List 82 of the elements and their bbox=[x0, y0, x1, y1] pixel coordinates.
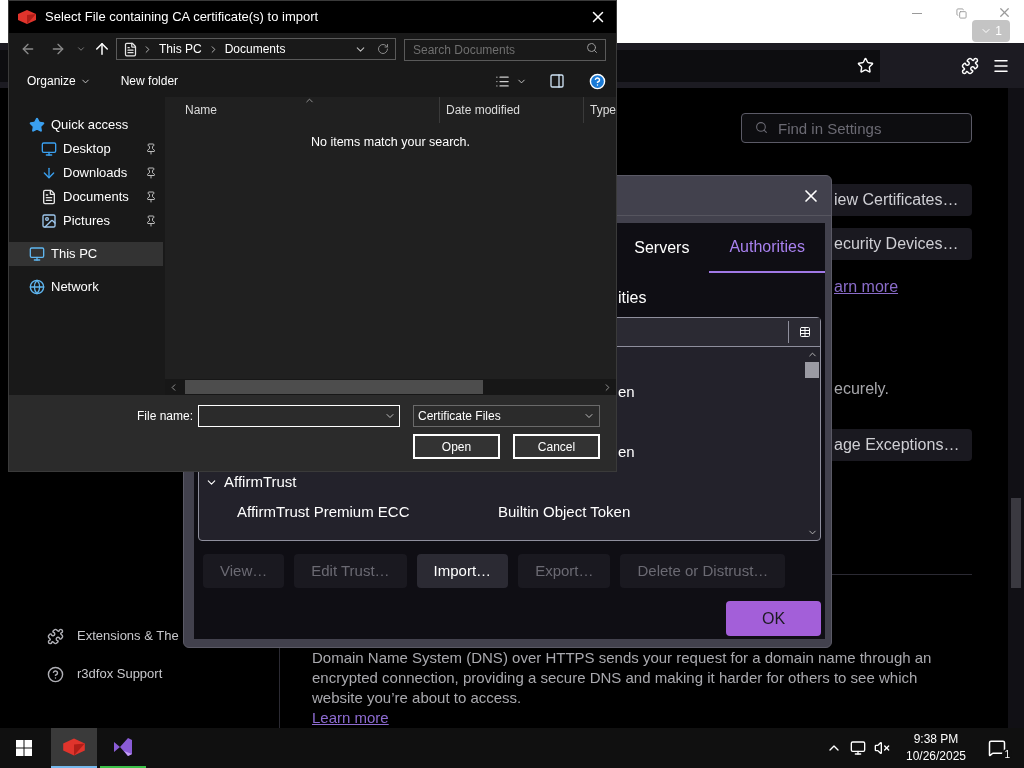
column-picker-icon bbox=[798, 326, 811, 338]
search-icon bbox=[586, 42, 598, 54]
dialog-button[interactable]: Open bbox=[413, 434, 500, 459]
taskbar-app[interactable] bbox=[51, 728, 97, 768]
list-view-icon bbox=[495, 73, 510, 89]
table-cell-text: en bbox=[618, 381, 635, 402]
search-field[interactable]: Search Documents bbox=[404, 39, 606, 61]
minimize-icon bbox=[911, 12, 922, 14]
star-icon bbox=[29, 117, 45, 133]
windows-logo-icon bbox=[16, 740, 32, 756]
toolbar-button[interactable]: Organize bbox=[19, 68, 99, 94]
scrollbar-thumb[interactable] bbox=[1011, 498, 1021, 588]
nav-item[interactable]: Quick access bbox=[9, 113, 163, 137]
file-name-label: File name: bbox=[135, 408, 193, 425]
ok-button[interactable]: OK bbox=[726, 601, 821, 636]
horizontal-scrollbar[interactable] bbox=[165, 379, 616, 395]
column-header[interactable]: Date modified bbox=[439, 97, 583, 123]
document-icon bbox=[41, 189, 57, 205]
search-icon bbox=[755, 121, 768, 134]
extensions-icon[interactable] bbox=[961, 56, 979, 75]
setting-description: ecurely. bbox=[834, 380, 889, 397]
monitor-icon bbox=[41, 141, 57, 157]
network-icon bbox=[29, 279, 45, 295]
toolbar-button[interactable]: New folder bbox=[112, 68, 187, 94]
caret-icon bbox=[76, 44, 86, 54]
certificate-action-button[interactable]: Import… bbox=[416, 554, 509, 588]
back-icon bbox=[20, 41, 36, 57]
notifications-icon[interactable] bbox=[988, 739, 1006, 757]
network-icon[interactable] bbox=[850, 740, 866, 756]
nav-item[interactable]: Network bbox=[9, 275, 163, 299]
computer-icon bbox=[29, 246, 45, 262]
nav-item[interactable]: This PC bbox=[9, 242, 163, 266]
help-icon bbox=[47, 665, 64, 683]
download-icon bbox=[41, 165, 57, 181]
picture-icon bbox=[41, 213, 57, 229]
settings-search-field[interactable]: Find in Settings bbox=[741, 113, 972, 143]
cube-logo-icon bbox=[17, 9, 37, 25]
section-heading: ities bbox=[618, 288, 647, 308]
dialog-button[interactable]: Cancel bbox=[513, 434, 600, 459]
bookmark-star-icon[interactable] bbox=[857, 57, 874, 74]
column-header[interactable]: Name bbox=[165, 97, 439, 123]
address-bar[interactable]: This PC Documents bbox=[116, 38, 396, 60]
scrollbar-thumb[interactable] bbox=[185, 380, 483, 394]
certificate-row[interactable]: AffirmTrust Premium ECC Builtin Object Token bbox=[199, 497, 804, 527]
muted-volume-icon[interactable] bbox=[874, 740, 890, 756]
column-header[interactable]: Type bbox=[583, 97, 616, 123]
document-icon bbox=[123, 41, 138, 57]
nav-item[interactable]: Documents bbox=[9, 185, 163, 209]
file-name-field[interactable] bbox=[198, 405, 400, 427]
nav-item[interactable]: Downloads bbox=[9, 161, 163, 185]
preview-pane-icon bbox=[549, 73, 565, 89]
forward-icon bbox=[50, 41, 66, 57]
breadcrumb-item[interactable]: This PC bbox=[157, 40, 204, 58]
learn-more-link[interactable]: arn more bbox=[834, 278, 899, 295]
pin-icon bbox=[145, 167, 157, 179]
clock[interactable]: 9:38 PM 10/26/2025 bbox=[896, 731, 976, 765]
breadcrumb-item[interactable]: Documents bbox=[222, 40, 288, 58]
sidebar-item[interactable]: r3dfox Support bbox=[47, 655, 163, 693]
notification-count: 1 bbox=[1002, 749, 1012, 760]
scrollbar-thumb[interactable] bbox=[805, 362, 819, 378]
nav-item[interactable]: Desktop bbox=[9, 137, 163, 161]
restore-icon bbox=[956, 7, 967, 19]
tab[interactable]: Servers bbox=[614, 223, 710, 273]
table-cell-text: en bbox=[618, 441, 635, 462]
dns-description: Domain Name System (DNS) over HTTPS sends your request for a domain name through an encrypted connection, providing a secure DNS and making it harder for others to see which website you’re about to access. bbox=[312, 648, 933, 708]
table-cell-text: Builtin Object Token bbox=[498, 501, 631, 522]
file-type-dropdown[interactable]: Certificate Files bbox=[413, 405, 600, 427]
vertical-scrollbar[interactable] bbox=[1008, 88, 1024, 728]
pin-icon bbox=[145, 143, 157, 155]
ribbon-logo-icon bbox=[111, 735, 135, 759]
table-cell-text: AffirmTrust Premium ECC bbox=[237, 501, 411, 522]
tab[interactable]: Authorities bbox=[709, 223, 825, 273]
nav-item[interactable]: Pictures bbox=[9, 209, 163, 233]
learn-more-link[interactable]: Learn more bbox=[312, 708, 389, 728]
empty-message: No items match your search. bbox=[310, 134, 471, 151]
sidebar-item[interactable]: Extensions & The bbox=[47, 617, 179, 655]
puzzle-icon bbox=[47, 627, 64, 645]
refresh-icon bbox=[377, 43, 389, 55]
pin-icon bbox=[145, 191, 157, 203]
help-icon bbox=[589, 72, 606, 90]
pin-icon bbox=[145, 215, 157, 227]
dialog-title: Select File containing CA certificate(s) to import bbox=[45, 8, 319, 27]
